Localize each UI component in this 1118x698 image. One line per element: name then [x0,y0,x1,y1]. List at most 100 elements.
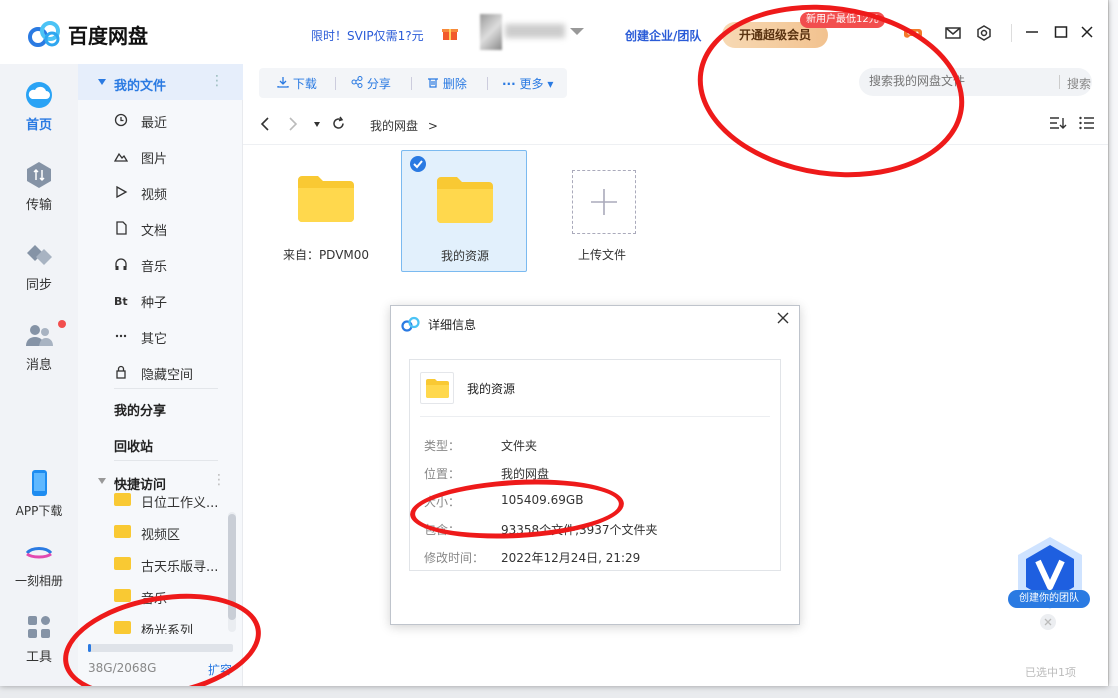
breadcrumb-item[interactable]: 我的网盘 [370,119,418,133]
mountain-icon [114,152,128,162]
file-tile-selected[interactable]: 我的资源 [401,150,527,272]
search-button[interactable]: 搜索 [1067,75,1091,92]
nav-home[interactable]: 首页 [0,80,78,133]
dialog-panel: 我的资源 类型： 文件夹 位置： 我的网盘 大小： 105409.69GB 包含… [409,359,781,571]
sidebar-item-label: 音乐 [141,260,168,275]
nav-app-download-label: APP下载 [15,504,63,518]
nav-sync-label: 同步 [25,278,52,293]
bt-icon: Bt [114,295,128,307]
quick-item-label: 日位工作义... [141,496,219,511]
detail-key: 修改时间： [424,551,485,565]
document-icon [116,221,127,235]
nav-transfer[interactable]: 传输 [0,160,78,213]
back-arrow-icon[interactable] [259,117,271,131]
dialog-divider [420,416,770,417]
close-icon[interactable] [775,310,791,326]
mail-icon[interactable] [944,24,962,42]
file-name: 上传文件 [577,248,626,262]
headphones-icon [115,258,127,270]
caret-down-icon[interactable] [98,478,106,484]
download-label: 下载 [292,77,317,91]
sort-icon[interactable] [1049,116,1067,131]
nav-app-download[interactable]: APP下载 [0,468,78,519]
gift-icon[interactable] [442,25,458,41]
refresh-icon[interactable] [331,116,346,131]
close-icon[interactable] [1040,614,1056,630]
trash-icon [428,78,438,88]
sidebar-quick-access[interactable]: 快捷访问 [114,474,166,493]
sync-icon [27,245,52,265]
baidu-netdisk-logo-icon [401,316,420,332]
search-divider [1059,75,1060,89]
file-name: 我的资源 [440,249,489,263]
share-icon [351,76,363,88]
toolbar-divider [411,77,412,90]
share-label: 分享 [366,77,391,91]
nav-row: 我的网盘 > [259,114,1099,134]
checkmark-icon[interactable] [410,156,426,172]
settings-icon[interactable] [975,24,993,42]
sidebar-item-label: 视频 [141,188,168,203]
maximize-icon[interactable] [1053,24,1069,40]
list-view-icon[interactable] [1079,116,1095,131]
chevron-down-icon[interactable] [570,28,584,35]
sidebar-recycle-bin[interactable]: 回收站 [114,436,153,455]
dialog-title: 详细信息 [428,318,477,332]
breadcrumb-separator: > [427,119,438,133]
transfer-icon [27,162,51,188]
phone-icon [32,470,47,496]
nav-album[interactable]: 一刻相册 [0,538,78,589]
sidebar-item-label: 其它 [141,332,168,347]
more-vertical-icon[interactable]: ⋮ [210,73,224,89]
download-button[interactable]: 下载 [277,75,317,92]
svip-promo-link[interactable]: 限时！SVIP仅需1?元 [311,27,424,44]
create-team-link[interactable]: 创建企业/团队 [625,27,703,44]
share-button[interactable]: 分享 [351,75,391,92]
cloud-icon [26,82,52,108]
desktop-background-right [1108,0,1118,698]
sidebar-item-label: 隐藏空间 [141,368,194,383]
nav-messages[interactable]: 消息 [0,320,78,373]
sidebar-my-files-label: 我的文件 [114,79,167,94]
avatar[interactable] [480,14,502,50]
sidebar-divider [114,388,218,389]
svg-text:Bt: Bt [114,295,128,307]
more-button[interactable]: ··· 更多 ▾ [502,75,553,92]
nav-sync[interactable]: 同步 [0,240,78,293]
history-dropdown-icon[interactable] [314,122,320,127]
nav-tools-label: 工具 [25,650,52,665]
desktop-taskbar [0,686,1118,698]
toolbar-divider [487,77,488,90]
more-vertical-icon[interactable]: ⋮ [212,472,226,488]
details-dialog: 详细信息 我的资源 类型： 文件夹 位置： 我的网盘 大小： 105409.69… [390,305,800,625]
close-icon[interactable] [1079,24,1095,40]
more-label: 更多 [519,77,544,91]
sidebar-item-label: 最近 [141,116,168,131]
create-team-button[interactable]: 创建你的团队 [1008,590,1090,608]
baidu-netdisk-logo-icon [28,21,60,47]
minimize-icon[interactable] [1024,24,1040,40]
upload-file-tile[interactable]: 上传文件 [539,150,665,272]
dialog-folder-name: 我的资源 [467,382,516,396]
file-name: 来自：PDVM00 [282,248,370,262]
download-icon [277,77,289,88]
forward-arrow-icon[interactable] [287,117,299,131]
sidebar-my-share[interactable]: 我的分享 [114,400,166,419]
detail-value: 文件夹 [501,439,538,453]
username-blurred[interactable] [505,24,565,38]
lock-icon [116,365,126,379]
folder-icon [298,176,354,222]
album-icon [25,547,53,559]
play-icon [116,185,128,199]
file-toolbar: 下载 分享 删除 ··· 更多 ▾ [259,68,567,98]
delete-button[interactable]: 删除 [427,75,467,92]
sidebar-item-label: 文档 [141,224,168,239]
clock-icon [114,113,128,127]
file-tile[interactable]: 来自：PDVM00 [263,150,389,272]
nav-home-label: 首页 [25,118,52,133]
sidebar-my-files[interactable]: 我的文件 ⋮ [78,64,243,100]
detail-value: 2022年12月24日, 21:29 [501,551,641,565]
left-nav: 首页 传输 同步 消息 APP下载 一刻相册 工具 [0,64,78,686]
nav-messages-label: 消息 [25,358,52,373]
upload-box[interactable] [572,170,636,234]
